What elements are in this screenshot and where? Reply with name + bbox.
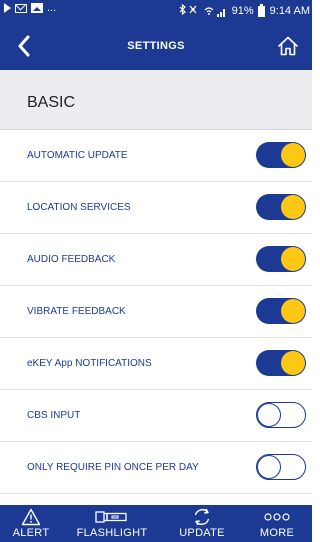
bluetooth-mute-icons (178, 3, 200, 18)
settings-list: AUTOMATIC UPDATE LOCATION SERVICES AUDIO… (0, 130, 312, 505)
play-icon (4, 3, 11, 13)
nav-more[interactable]: MORE (242, 505, 312, 542)
page-title: SETTINGS (127, 40, 185, 52)
toggle-knob (281, 247, 305, 271)
setting-label: LOCATION SERVICES (27, 202, 131, 213)
sync-icon (192, 507, 212, 527)
nav-label: FLASHLIGHT (76, 527, 148, 539)
nav-label: ALERT (12, 527, 50, 539)
setting-label: ONLY REQUIRE PIN ONCE PER DAY (27, 462, 199, 473)
signal-icon (204, 6, 225, 17)
toggle-knob (281, 299, 305, 323)
notification-overflow: ... (47, 2, 57, 14)
cbs-input-toggle[interactable] (256, 402, 306, 428)
section-header: BASIC (0, 70, 312, 130)
setting-row-ekey-notifications: eKEY App NOTIFICATIONS (0, 338, 312, 390)
home-button[interactable] (270, 28, 306, 64)
toggle-knob (281, 143, 305, 167)
ekey-notifications-toggle[interactable] (256, 350, 306, 376)
audio-feedback-toggle[interactable] (256, 246, 306, 272)
setting-row-cbs-input: CBS INPUT (0, 390, 312, 442)
vibrate-feedback-toggle[interactable] (256, 298, 306, 324)
battery-icon (257, 3, 265, 17)
home-icon (278, 36, 298, 56)
chevron-left-icon (18, 35, 30, 57)
bottom-nav: ALERT FLASHLIGHT UPDATE MORE (0, 505, 312, 542)
status-time: 9:14 AM (269, 5, 310, 17)
nav-alert[interactable]: ALERT (0, 505, 62, 542)
setting-label: AUTOMATIC UPDATE (27, 150, 128, 161)
status-bar: ... 91% 9:14 AM (0, 0, 312, 22)
more-icon (264, 507, 290, 527)
flashlight-icon (95, 507, 129, 527)
setting-row-partial (0, 494, 312, 505)
nav-update[interactable]: UPDATE (162, 505, 242, 542)
location-services-toggle[interactable] (256, 194, 306, 220)
setting-row-location-services: LOCATION SERVICES (0, 182, 312, 234)
pin-once-per-day-toggle[interactable] (256, 454, 306, 480)
setting-row-automatic-update: AUTOMATIC UPDATE (0, 130, 312, 182)
toggle-knob (281, 351, 305, 375)
setting-label: CBS INPUT (27, 410, 81, 421)
toggle-knob (257, 402, 281, 427)
mail-icon (15, 3, 27, 13)
setting-label: VIBRATE FEEDBACK (27, 306, 126, 317)
app-header: SETTINGS (0, 22, 312, 70)
setting-label: AUDIO FEEDBACK (27, 254, 116, 265)
setting-row-pin-once-per-day: ONLY REQUIRE PIN ONCE PER DAY (0, 442, 312, 494)
status-bar-system: 91% 9:14 AM (178, 3, 310, 18)
setting-label: eKEY App NOTIFICATIONS (27, 358, 152, 369)
nav-label: MORE (259, 527, 295, 539)
toggle-knob (257, 454, 281, 479)
gallery-icon (31, 3, 43, 13)
back-button[interactable] (6, 28, 42, 64)
bluetooth-icon (179, 3, 197, 16)
nav-label: UPDATE (179, 527, 225, 539)
setting-row-audio-feedback: AUDIO FEEDBACK (0, 234, 312, 286)
setting-row-vibrate-feedback: VIBRATE FEEDBACK (0, 286, 312, 338)
battery-percent: 91% (231, 5, 254, 17)
nav-flashlight[interactable]: FLASHLIGHT (62, 505, 162, 542)
toggle-knob (281, 195, 305, 219)
warning-icon (21, 507, 41, 527)
section-title-basic: BASIC (27, 94, 76, 111)
automatic-update-toggle[interactable] (256, 142, 306, 168)
status-bar-notifications: ... (4, 2, 57, 14)
